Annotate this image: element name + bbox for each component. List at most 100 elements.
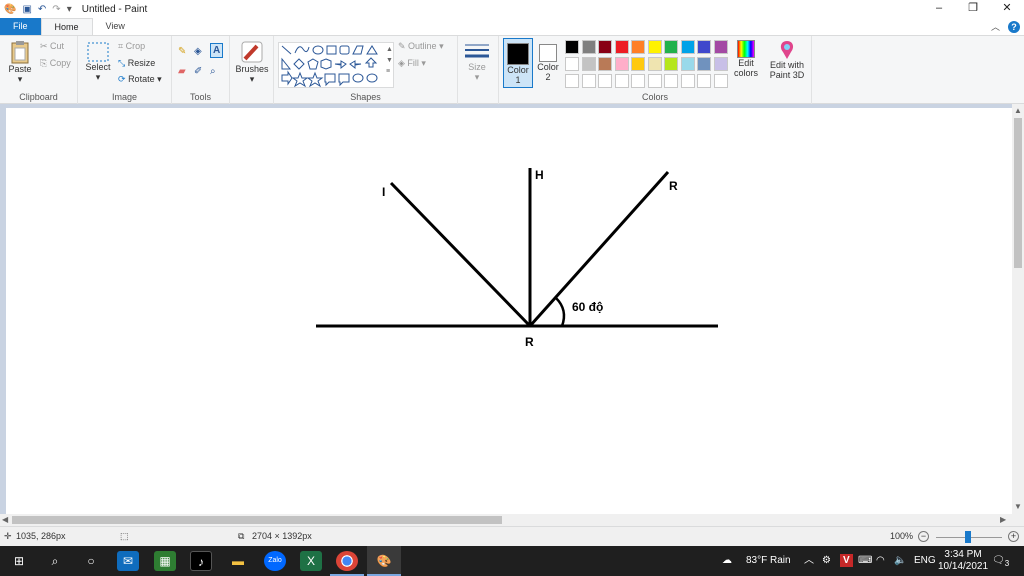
- resize-button[interactable]: ⤡ Resize: [118, 58, 155, 69]
- palette-swatch[interactable]: [664, 57, 678, 71]
- vpn-icon[interactable]: V: [840, 546, 853, 576]
- zoom-out-button[interactable]: −: [918, 531, 929, 542]
- scroll-right-icon[interactable]: ▶: [1000, 515, 1006, 524]
- select-button[interactable]: Select ▾: [84, 42, 112, 83]
- palette-swatch[interactable]: [647, 57, 662, 71]
- palette-swatch[interactable]: [598, 40, 612, 54]
- scroll-left-icon[interactable]: ◀: [2, 515, 8, 524]
- file-explorer-icon[interactable]: ▬: [227, 551, 249, 571]
- palette-swatch[interactable]: [631, 57, 645, 71]
- label-normal: H: [535, 168, 544, 182]
- palette-swatch[interactable]: [697, 40, 711, 54]
- palette-swatch[interactable]: [565, 57, 579, 71]
- crop-button[interactable]: ⌗ Crop: [118, 41, 145, 52]
- palette-swatch[interactable]: [680, 57, 695, 71]
- search-icon[interactable]: ⌕: [44, 551, 66, 571]
- scroll-up-icon[interactable]: ▲: [1014, 106, 1022, 115]
- custom-color-slot[interactable]: [565, 74, 579, 88]
- brushes-button[interactable]: Brushes ▾: [234, 40, 270, 85]
- cortana-icon[interactable]: ○: [80, 551, 102, 571]
- language-indicator[interactable]: ENG: [914, 546, 936, 576]
- custom-color-slot[interactable]: [680, 74, 695, 88]
- mail-icon[interactable]: ✉: [117, 551, 139, 571]
- palette-swatch[interactable]: [713, 57, 728, 71]
- palette-swatch[interactable]: [647, 40, 662, 54]
- help-icon[interactable]: ?: [1008, 20, 1020, 33]
- tab-file[interactable]: File: [0, 18, 41, 35]
- horizontal-scroll-thumb[interactable]: [12, 516, 502, 524]
- wifi-icon[interactable]: ◠: [876, 546, 885, 576]
- maximize-button[interactable]: ❐: [956, 0, 990, 16]
- palette-swatch[interactable]: [614, 40, 629, 54]
- custom-color-slot[interactable]: [697, 74, 711, 88]
- close-button[interactable]: ✕: [990, 0, 1024, 16]
- notifications-icon[interactable]: 🗨3: [992, 546, 1009, 576]
- cut-button[interactable]: ✂ Cut: [40, 41, 64, 52]
- weather-text[interactable]: 83°F Rain: [746, 546, 791, 576]
- palette-swatch[interactable]: [680, 40, 695, 54]
- shapes-scroll-icon[interactable]: ▲ ▼ ≡: [386, 44, 393, 77]
- eraser-icon[interactable]: ▰: [178, 66, 186, 77]
- tab-home[interactable]: Home: [40, 18, 93, 35]
- vertical-scrollbar[interactable]: ▲ ▼: [1012, 104, 1024, 514]
- color1-button[interactable]: Color 1: [503, 38, 533, 88]
- edit-colors-button[interactable]: Edit colors: [731, 40, 761, 78]
- redo-icon[interactable]: ↷: [52, 4, 60, 15]
- paste-button[interactable]: Paste ▾: [6, 40, 34, 85]
- custom-color-slot[interactable]: [713, 74, 728, 88]
- palette-swatch[interactable]: [713, 40, 728, 54]
- size-button[interactable]: Size ▾: [462, 42, 492, 83]
- excel-icon[interactable]: X: [300, 551, 322, 571]
- tiktok-icon[interactable]: ♪: [190, 551, 212, 571]
- windows-start-icon[interactable]: ⊞: [8, 551, 30, 571]
- palette-swatch[interactable]: [614, 57, 629, 71]
- copy-button[interactable]: ⎘ Copy: [40, 58, 71, 69]
- palette-swatch[interactable]: [581, 57, 596, 71]
- fill-button[interactable]: ◈ Fill ▾: [398, 58, 426, 69]
- zoom-slider-thumb[interactable]: [965, 531, 971, 543]
- custom-color-slot[interactable]: [664, 74, 678, 88]
- edit-with-paint3d-button[interactable]: Edit with Paint 3D: [764, 40, 810, 80]
- zalo-icon[interactable]: Zalo: [264, 551, 286, 571]
- chrome-icon[interactable]: [336, 551, 358, 571]
- pencil-icon[interactable]: ✎: [178, 46, 186, 57]
- collapse-ribbon-icon[interactable]: ︿: [991, 20, 1000, 33]
- calculator-icon[interactable]: ▦: [154, 551, 176, 571]
- save-icon[interactable]: ▣: [22, 4, 31, 15]
- palette-swatch[interactable]: [598, 57, 612, 71]
- paint-taskbar-icon[interactable]: 🎨: [373, 551, 395, 571]
- tab-view[interactable]: View: [93, 18, 138, 35]
- drawing-canvas[interactable]: I H R R 60 độ: [6, 108, 1012, 514]
- palette-swatch[interactable]: [565, 40, 579, 54]
- shapes-gallery[interactable]: [278, 42, 394, 88]
- custom-color-slot[interactable]: [647, 74, 662, 88]
- volume-icon[interactable]: 🔈: [894, 546, 906, 576]
- customize-toolbar-icon[interactable]: ▾: [67, 4, 72, 15]
- text-tool-icon[interactable]: A: [210, 43, 224, 58]
- minimize-button[interactable]: –: [922, 0, 956, 16]
- color-picker-icon[interactable]: ✐: [194, 66, 202, 77]
- custom-color-slot[interactable]: [598, 74, 612, 88]
- weather-icon[interactable]: ☁: [722, 546, 732, 576]
- scroll-down-icon[interactable]: ▼: [1014, 502, 1022, 511]
- palette-swatch[interactable]: [664, 40, 678, 54]
- rotate-button[interactable]: ⟳ Rotate ▾: [118, 74, 162, 85]
- palette-swatch[interactable]: [581, 40, 596, 54]
- horizontal-scrollbar[interactable]: ◀ ▶: [0, 514, 1024, 526]
- zoom-in-button[interactable]: +: [1008, 531, 1019, 542]
- outline-button[interactable]: ✎ Outline ▾: [398, 41, 444, 52]
- color2-button[interactable]: Color 2: [535, 38, 561, 82]
- undo-icon[interactable]: ↶: [38, 4, 46, 15]
- palette-swatch[interactable]: [697, 57, 711, 71]
- custom-color-slot[interactable]: [614, 74, 629, 88]
- custom-color-slot[interactable]: [581, 74, 596, 88]
- show-hidden-icons[interactable]: ︿: [804, 546, 814, 576]
- network-status-icon[interactable]: ⚙: [822, 546, 831, 576]
- vertical-scroll-thumb[interactable]: [1014, 118, 1022, 268]
- fill-bucket-icon[interactable]: ◈: [194, 46, 202, 57]
- clock[interactable]: 3:34 PM 10/14/2021: [938, 546, 988, 576]
- magnifier-icon[interactable]: ⌕: [210, 66, 216, 77]
- custom-color-slot[interactable]: [631, 74, 645, 88]
- input-method-icon[interactable]: ⌨: [858, 546, 872, 576]
- palette-swatch[interactable]: [631, 40, 645, 54]
